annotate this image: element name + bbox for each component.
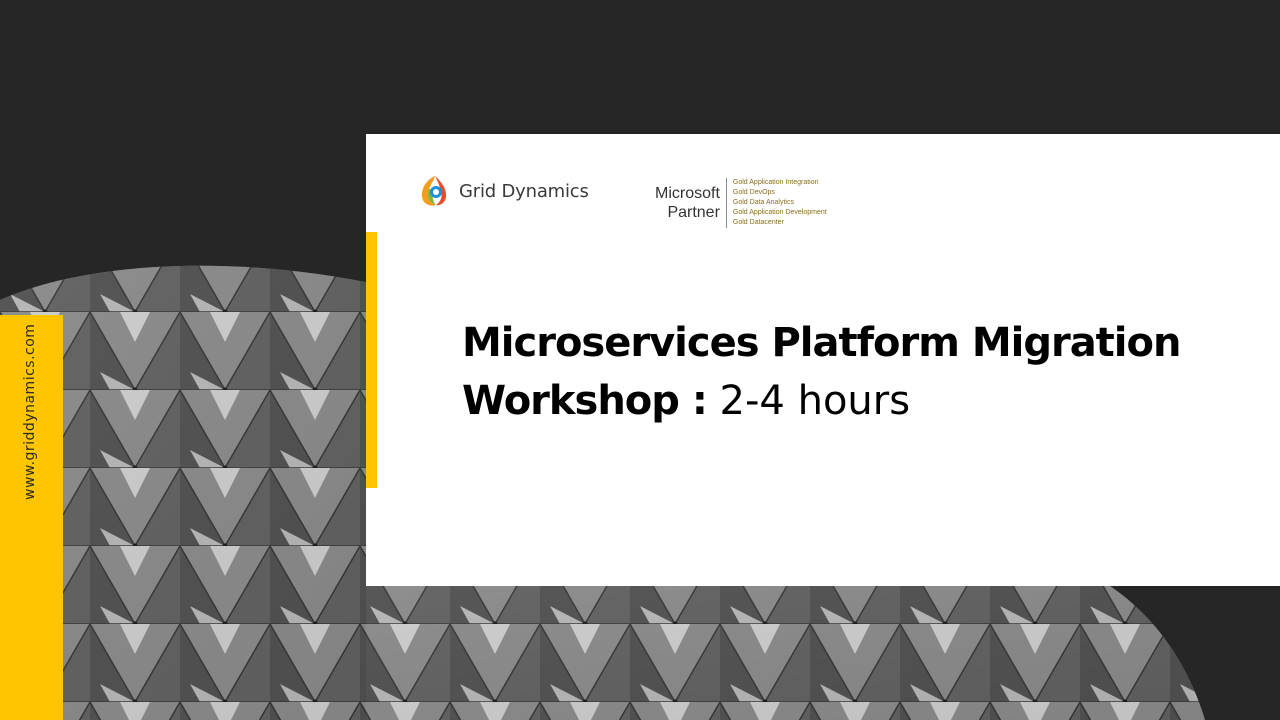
competency-item: Gold Data Analytics [732,199,794,206]
slide-title: Microservices Platform Migration Worksho… [462,314,1262,430]
title-duration: 2-4 hours [719,378,911,424]
competency-item: Gold Application Integration [732,179,819,186]
title-card: Grid Dynamics Microsoft Partner Gold App… [366,134,1280,586]
title-workshop-label: Workshop : [462,378,708,424]
competency-item: Gold DevOps [732,189,775,196]
title-line-2: Workshop : 2-4 hours [462,372,1262,430]
title-line-1: Microservices Platform Migration [462,320,1181,366]
card-accent-bar [366,232,377,488]
partner-divider [725,178,727,228]
microsoft-partner-wordmark: Microsoft Partner [655,178,726,228]
brand-name: Grid Dynamics [459,180,589,202]
microsoft-label: Microsoft [655,185,720,202]
microsoft-partner-badge: Microsoft Partner Gold Application Integ… [655,178,827,228]
grid-dynamics-logo: Grid Dynamics [418,174,589,208]
website-url[interactable]: www.griddynamics.com [22,324,38,500]
grid-dynamics-logo-icon [421,176,447,206]
partner-competency-list: Gold Application Integration Gold DevOps… [733,178,827,228]
competency-item: Gold Application Development [732,209,827,216]
partner-label: Partner [667,204,720,221]
competency-item: Gold Datacenter [732,219,784,226]
